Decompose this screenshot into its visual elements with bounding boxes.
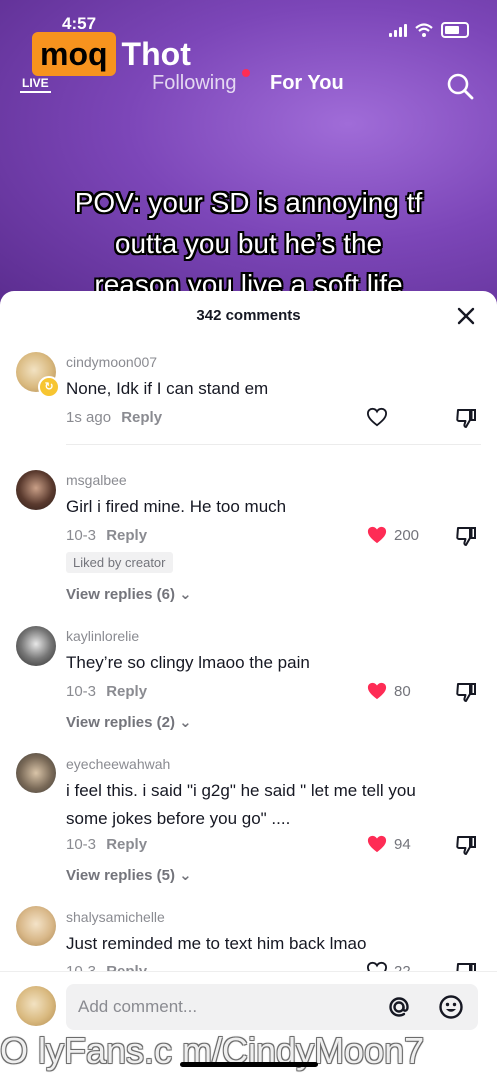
view-replies-button[interactable]: View replies (5) ⌄ (66, 866, 192, 884)
comment-input-box[interactable] (66, 984, 478, 1030)
comment-text: Girl i fired mine. He too much (66, 497, 287, 516)
view-replies-label: View replies (6) (66, 586, 175, 603)
reply-button[interactable]: Reply (106, 683, 147, 700)
comments-header: 342 comments (0, 291, 497, 343)
emoji-icon[interactable] (438, 994, 464, 1020)
like-button[interactable]: 80 (366, 681, 411, 701)
comment-time: 10-3 (66, 683, 97, 700)
view-replies-label: View replies (2) (66, 714, 175, 731)
comment-meta: 10-3 Reply (66, 527, 147, 544)
brand-logo-text: Thot (121, 35, 191, 72)
comment-username[interactable]: cindymoon007 (66, 354, 157, 370)
comment-time: 10-3 (66, 527, 97, 544)
view-replies-button[interactable]: View replies (2) ⌄ (66, 713, 192, 731)
mention-icon[interactable] (386, 994, 412, 1020)
comment-input[interactable] (66, 984, 390, 1030)
comment-text: Just reminded me to text him back lmao (66, 934, 367, 953)
heart-filled-icon (367, 526, 387, 544)
comment-text: They’re so clingy lmaoo the pain (66, 653, 310, 672)
caption-line: outta you but he’s the (114, 228, 383, 259)
watermark-text: O lyFans.c m/CindyMoon7 (0, 1030, 425, 1071)
battery-icon (441, 22, 469, 38)
avatar[interactable] (16, 470, 56, 510)
reply-button[interactable]: Reply (106, 836, 147, 853)
comment-username[interactable]: eyecheewahwah (66, 756, 170, 772)
live-button[interactable]: LIVE (20, 74, 51, 93)
tab-following[interactable]: Following (152, 72, 236, 95)
status-time: 4:57 (62, 14, 97, 33)
comment-time: 10-3 (66, 963, 96, 971)
avatar[interactable] (16, 626, 56, 666)
reply-button[interactable]: Reply (106, 963, 147, 971)
like-count: 94 (394, 835, 411, 853)
reply-button[interactable]: Reply (106, 527, 147, 544)
brand-logo-box: moq (32, 32, 116, 76)
heart-filled-icon (367, 835, 387, 853)
reply-button[interactable]: Reply (121, 409, 162, 426)
liked-by-creator-badge: Liked by creator (66, 552, 173, 573)
like-count: 22 (394, 962, 411, 972)
comment-time: 1s ago (66, 409, 112, 426)
avatar[interactable] (16, 753, 56, 793)
dislike-icon[interactable] (455, 681, 477, 703)
dislike-icon[interactable] (455, 834, 477, 856)
comment-username[interactable]: msgalbee (66, 472, 127, 488)
comment-divider (66, 444, 481, 445)
comments-sheet: 342 comments ↻ cindymoon007 None, Idk if… (0, 291, 497, 1077)
close-icon[interactable] (456, 306, 476, 326)
like-button[interactable] (366, 407, 388, 427)
dislike-icon[interactable] (455, 961, 477, 971)
search-icon[interactable] (446, 72, 474, 100)
video-caption: POV: your SD is annoying tf outta you bu… (20, 182, 477, 305)
view-replies-label: View replies (5) (66, 867, 175, 884)
like-button[interactable]: 22 (366, 961, 411, 971)
repost-icon: ↻ (38, 376, 60, 398)
tab-for-you[interactable]: For You (270, 72, 344, 95)
like-button[interactable]: 200 (366, 525, 419, 545)
view-replies-button[interactable]: View replies (6) ⌄ (66, 585, 192, 603)
dislike-icon[interactable] (455, 525, 477, 547)
comment-username[interactable]: kaylinlorelie (66, 628, 139, 644)
cellular-signal-icon (389, 23, 407, 37)
my-avatar (16, 986, 56, 1026)
like-count: 80 (394, 682, 411, 700)
comment-meta: 10-3 Reply (66, 963, 147, 971)
like-count: 200 (394, 526, 420, 544)
following-notification-dot (242, 69, 250, 77)
comment-username[interactable]: shalysamichelle (66, 909, 165, 925)
brand-logo: moq Thot (32, 32, 191, 76)
comment-count: 342 comments (196, 307, 301, 324)
dislike-icon[interactable] (455, 407, 477, 429)
comment-text: i feel this. i said "i g2g" he said " le… (66, 781, 416, 828)
chevron-down-icon: ⌄ (179, 714, 192, 731)
like-button[interactable]: 94 (366, 834, 411, 854)
chevron-down-icon: ⌄ (179, 867, 192, 884)
wifi-icon (415, 23, 433, 37)
avatar[interactable] (16, 906, 56, 946)
heart-outline-icon (366, 961, 388, 971)
home-indicator[interactable] (180, 1062, 318, 1067)
heart-outline-icon (366, 407, 388, 427)
video-background[interactable]: 4:57 moq Thot LIVE Following For You POV… (0, 0, 497, 310)
heart-filled-icon (367, 682, 387, 700)
comment-time: 10-3 (66, 836, 97, 853)
status-icons (389, 22, 469, 38)
comment-meta: 10-3 Reply (66, 683, 147, 700)
chevron-down-icon: ⌄ (179, 586, 192, 603)
comment-meta: 10-3 Reply (66, 836, 147, 853)
comment-text: None, Idk if I can stand em (66, 379, 269, 398)
comment-list[interactable]: ↻ cindymoon007 None, Idk if I can stand … (0, 343, 497, 971)
caption-line: POV: your SD is annoying tf (74, 187, 423, 218)
comment-meta: 1s ago Reply (66, 409, 162, 426)
